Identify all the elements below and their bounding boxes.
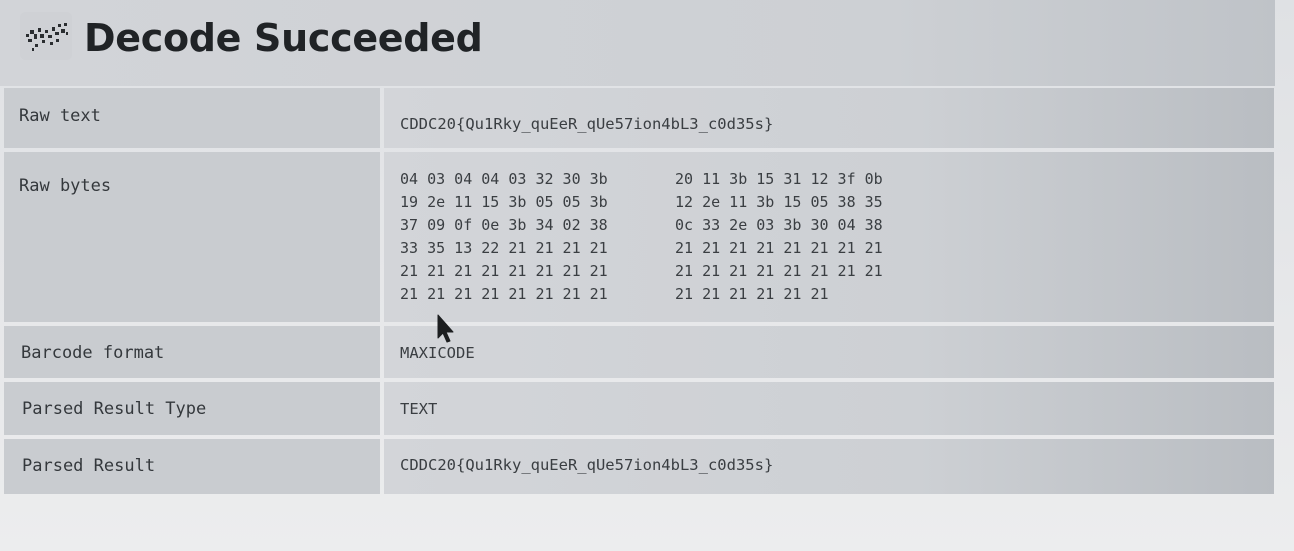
raw-bytes-line: 19 2e 11 15 3b 05 05 3b 12 2e 11 3b 15 0… [400, 191, 1274, 214]
parsed-result-value: CDDC20{Qu1Rky_quEeR_qUe57ion4bL3_c0d35s} [384, 439, 1274, 494]
parsed-result-type-label: Parsed Result Type [4, 382, 380, 435]
parsed-result-type-value: TEXT [384, 382, 1274, 435]
raw-bytes-line: 33 35 13 22 21 21 21 21 21 21 21 21 21 2… [400, 237, 1274, 260]
raw-bytes-line: 21 21 21 21 21 21 21 21 21 21 21 21 21 2… [400, 283, 1274, 306]
result-table: Raw text CDDC20{Qu1Rky_quEeR_qUe57ion4bL… [4, 88, 1274, 498]
parsed-result-label: Parsed Result [4, 439, 380, 494]
raw-bytes-label: Raw bytes [4, 152, 380, 322]
header: Decode Succeeded [0, 0, 1275, 86]
raw-text-label: Raw text [4, 88, 380, 148]
barcode-logo-icon [20, 12, 72, 60]
raw-bytes-left: 21 21 21 21 21 21 21 21 [400, 262, 608, 280]
barcode-format-value: MAXICODE [384, 326, 1274, 378]
raw-text-value: CDDC20{Qu1Rky_quEeR_qUe57ion4bL3_c0d35s} [384, 88, 1274, 148]
raw-bytes-right: 20 11 3b 15 31 12 3f 0b [675, 170, 883, 188]
table-row-parsed-result: Parsed Result CDDC20{Qu1Rky_quEeR_qUe57i… [4, 439, 1274, 494]
raw-bytes-line: 37 09 0f 0e 3b 34 02 38 0c 33 2e 03 3b 3… [400, 214, 1274, 237]
table-row-parsed-result-type: Parsed Result Type TEXT [4, 382, 1274, 435]
raw-bytes-value: 04 03 04 04 03 32 30 3b 20 11 3b 15 31 1… [384, 152, 1274, 322]
mouse-pointer-icon [436, 314, 456, 344]
raw-bytes-right: 21 21 21 21 21 21 [675, 285, 829, 303]
table-row-raw-bytes: Raw bytes 04 03 04 04 03 32 30 3b 20 11 … [4, 152, 1274, 322]
raw-bytes-left: 37 09 0f 0e 3b 34 02 38 [400, 216, 608, 234]
raw-bytes-left: 21 21 21 21 21 21 21 21 [400, 285, 608, 303]
raw-bytes-right: 12 2e 11 3b 15 05 38 35 [675, 193, 883, 211]
raw-bytes-left: 33 35 13 22 21 21 21 21 [400, 239, 608, 257]
result-page: Decode Succeeded Raw text CDDC20{Qu1Rky_… [0, 0, 1294, 551]
table-row-barcode-format: Barcode format MAXICODE [4, 326, 1274, 378]
raw-bytes-left: 19 2e 11 15 3b 05 05 3b [400, 193, 608, 211]
page-title: Decode Succeeded [84, 16, 483, 60]
raw-bytes-line: 21 21 21 21 21 21 21 21 21 21 21 21 21 2… [400, 260, 1274, 283]
raw-bytes-left: 04 03 04 04 03 32 30 3b [400, 170, 608, 188]
raw-bytes-right: 0c 33 2e 03 3b 30 04 38 [675, 216, 883, 234]
raw-bytes-right: 21 21 21 21 21 21 21 21 [675, 262, 883, 280]
raw-bytes-right: 21 21 21 21 21 21 21 21 [675, 239, 883, 257]
raw-bytes-line: 04 03 04 04 03 32 30 3b 20 11 3b 15 31 1… [400, 168, 1274, 191]
table-row-raw-text: Raw text CDDC20{Qu1Rky_quEeR_qUe57ion4bL… [4, 88, 1274, 148]
barcode-format-label: Barcode format [4, 326, 380, 378]
